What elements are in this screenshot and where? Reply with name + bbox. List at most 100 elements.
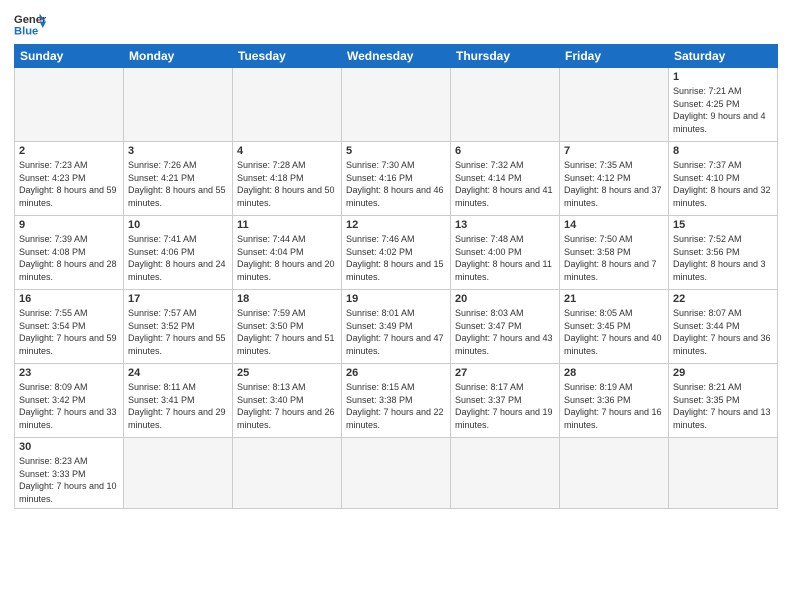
calendar-cell	[560, 68, 669, 142]
calendar-header-row: SundayMondayTuesdayWednesdayThursdayFrid…	[15, 45, 778, 68]
calendar-cell	[451, 438, 560, 509]
day-info: Sunrise: 8:03 AM Sunset: 3:47 PM Dayligh…	[455, 307, 555, 357]
day-number: 28	[564, 367, 664, 379]
day-info: Sunrise: 8:23 AM Sunset: 3:33 PM Dayligh…	[19, 455, 119, 505]
calendar-cell: 9 Sunrise: 7:39 AM Sunset: 4:08 PM Daylig…	[15, 216, 124, 290]
logo: General Blue	[14, 10, 46, 38]
day-info: Sunrise: 7:37 AM Sunset: 4:10 PM Dayligh…	[673, 159, 773, 209]
day-number: 27	[455, 367, 555, 379]
calendar-week-3: 16Sunrise: 7:55 AM Sunset: 3:54 PM Dayli…	[15, 290, 778, 364]
day-number: 10	[128, 219, 228, 231]
calendar-cell: 28 Sunrise: 8:19 AM Sunset: 3:36 PM Dayli…	[560, 364, 669, 438]
col-header-monday: Monday	[124, 45, 233, 68]
day-info: Sunrise: 7:41 AM Sunset: 4:06 PM Dayligh…	[128, 233, 228, 283]
calendar-cell	[15, 68, 124, 142]
col-header-saturday: Saturday	[669, 45, 778, 68]
day-number: 30	[19, 441, 119, 453]
calendar-cell: 23 Sunrise: 8:09 AM Sunset: 3:42 PM Dayli…	[15, 364, 124, 438]
logo-icon: General Blue	[14, 10, 46, 38]
day-number: 17	[128, 293, 228, 305]
day-number: 29	[673, 367, 773, 379]
header: General Blue	[14, 10, 778, 38]
day-number: 11	[237, 219, 337, 231]
calendar-cell: 7 Sunrise: 7:35 AM Sunset: 4:12 PM Daylig…	[560, 142, 669, 216]
day-number: 25	[237, 367, 337, 379]
day-number: 8	[673, 145, 773, 157]
day-number: 3	[128, 145, 228, 157]
calendar-cell: 30 Sunrise: 8:23 AM Sunset: 3:33 PM Dayli…	[15, 438, 124, 509]
day-number: 1	[673, 71, 773, 83]
day-number: 2	[19, 145, 119, 157]
calendar-cell: 6Sunrise: 7:32 AM Sunset: 4:14 PM Daylig…	[451, 142, 560, 216]
day-number: 7	[564, 145, 664, 157]
day-info: Sunrise: 7:23 AM Sunset: 4:23 PM Dayligh…	[19, 159, 119, 209]
calendar-cell	[124, 68, 233, 142]
day-info: Sunrise: 8:17 AM Sunset: 3:37 PM Dayligh…	[455, 381, 555, 431]
day-info: Sunrise: 7:39 AM Sunset: 4:08 PM Dayligh…	[19, 233, 119, 283]
day-info: Sunrise: 8:19 AM Sunset: 3:36 PM Dayligh…	[564, 381, 664, 431]
calendar-cell	[451, 68, 560, 142]
calendar-week-1: 2 Sunrise: 7:23 AM Sunset: 4:23 PM Daylig…	[15, 142, 778, 216]
day-info: Sunrise: 7:44 AM Sunset: 4:04 PM Dayligh…	[237, 233, 337, 283]
calendar-cell: 24 Sunrise: 8:11 AM Sunset: 3:41 PM Dayli…	[124, 364, 233, 438]
day-number: 19	[346, 293, 446, 305]
calendar-table: SundayMondayTuesdayWednesdayThursdayFrid…	[14, 44, 778, 509]
calendar-cell: 13 Sunrise: 7:48 AM Sunset: 4:00 PM Dayli…	[451, 216, 560, 290]
day-info: Sunrise: 7:50 AM Sunset: 3:58 PM Dayligh…	[564, 233, 664, 283]
day-number: 24	[128, 367, 228, 379]
calendar-week-0: 1Sunrise: 7:21 AM Sunset: 4:25 PM Daylig…	[15, 68, 778, 142]
calendar-cell: 20 Sunrise: 8:03 AM Sunset: 3:47 PM Dayli…	[451, 290, 560, 364]
calendar-cell: 10 Sunrise: 7:41 AM Sunset: 4:06 PM Dayli…	[124, 216, 233, 290]
day-info: Sunrise: 8:09 AM Sunset: 3:42 PM Dayligh…	[19, 381, 119, 431]
day-info: Sunrise: 7:46 AM Sunset: 4:02 PM Dayligh…	[346, 233, 446, 283]
day-number: 5	[346, 145, 446, 157]
calendar-cell: 26 Sunrise: 8:15 AM Sunset: 3:38 PM Dayli…	[342, 364, 451, 438]
calendar-cell	[233, 438, 342, 509]
day-info: Sunrise: 8:11 AM Sunset: 3:41 PM Dayligh…	[128, 381, 228, 431]
calendar-cell: 3 Sunrise: 7:26 AM Sunset: 4:21 PM Daylig…	[124, 142, 233, 216]
day-info: Sunrise: 7:26 AM Sunset: 4:21 PM Dayligh…	[128, 159, 228, 209]
day-info: Sunrise: 8:05 AM Sunset: 3:45 PM Dayligh…	[564, 307, 664, 357]
calendar-cell	[124, 438, 233, 509]
calendar-week-2: 9 Sunrise: 7:39 AM Sunset: 4:08 PM Daylig…	[15, 216, 778, 290]
day-info: Sunrise: 7:57 AM Sunset: 3:52 PM Dayligh…	[128, 307, 228, 357]
day-number: 12	[346, 219, 446, 231]
day-number: 16	[19, 293, 119, 305]
svg-text:Blue: Blue	[14, 25, 38, 37]
calendar-cell: 17 Sunrise: 7:57 AM Sunset: 3:52 PM Dayli…	[124, 290, 233, 364]
calendar-week-5: 30 Sunrise: 8:23 AM Sunset: 3:33 PM Dayli…	[15, 438, 778, 509]
calendar-cell: 2 Sunrise: 7:23 AM Sunset: 4:23 PM Daylig…	[15, 142, 124, 216]
calendar-cell	[233, 68, 342, 142]
day-number: 21	[564, 293, 664, 305]
calendar-cell: 25Sunrise: 8:13 AM Sunset: 3:40 PM Dayli…	[233, 364, 342, 438]
day-number: 26	[346, 367, 446, 379]
calendar-cell: 21 Sunrise: 8:05 AM Sunset: 3:45 PM Dayli…	[560, 290, 669, 364]
day-number: 14	[564, 219, 664, 231]
calendar-cell: 11 Sunrise: 7:44 AM Sunset: 4:04 PM Dayli…	[233, 216, 342, 290]
calendar-cell: 1Sunrise: 7:21 AM Sunset: 4:25 PM Daylig…	[669, 68, 778, 142]
calendar-cell: 27 Sunrise: 8:17 AM Sunset: 3:37 PM Dayli…	[451, 364, 560, 438]
day-info: Sunrise: 8:01 AM Sunset: 3:49 PM Dayligh…	[346, 307, 446, 357]
calendar-cell: 19 Sunrise: 8:01 AM Sunset: 3:49 PM Dayli…	[342, 290, 451, 364]
calendar-cell	[342, 438, 451, 509]
calendar-cell: 29Sunrise: 8:21 AM Sunset: 3:35 PM Dayli…	[669, 364, 778, 438]
day-info: Sunrise: 8:15 AM Sunset: 3:38 PM Dayligh…	[346, 381, 446, 431]
col-header-thursday: Thursday	[451, 45, 560, 68]
day-number: 20	[455, 293, 555, 305]
day-info: Sunrise: 7:48 AM Sunset: 4:00 PM Dayligh…	[455, 233, 555, 283]
day-info: Sunrise: 7:32 AM Sunset: 4:14 PM Dayligh…	[455, 159, 555, 209]
calendar-cell	[669, 438, 778, 509]
day-number: 23	[19, 367, 119, 379]
calendar-cell: 4Sunrise: 7:28 AM Sunset: 4:18 PM Daylig…	[233, 142, 342, 216]
col-header-sunday: Sunday	[15, 45, 124, 68]
calendar-cell: 18Sunrise: 7:59 AM Sunset: 3:50 PM Dayli…	[233, 290, 342, 364]
day-info: Sunrise: 7:35 AM Sunset: 4:12 PM Dayligh…	[564, 159, 664, 209]
day-info: Sunrise: 7:30 AM Sunset: 4:16 PM Dayligh…	[346, 159, 446, 209]
day-number: 18	[237, 293, 337, 305]
day-number: 9	[19, 219, 119, 231]
calendar-cell: 5 Sunrise: 7:30 AM Sunset: 4:16 PM Daylig…	[342, 142, 451, 216]
col-header-wednesday: Wednesday	[342, 45, 451, 68]
page: General Blue SundayMondayTuesdayWednesda…	[0, 0, 792, 612]
day-number: 13	[455, 219, 555, 231]
calendar-cell: 12 Sunrise: 7:46 AM Sunset: 4:02 PM Dayli…	[342, 216, 451, 290]
